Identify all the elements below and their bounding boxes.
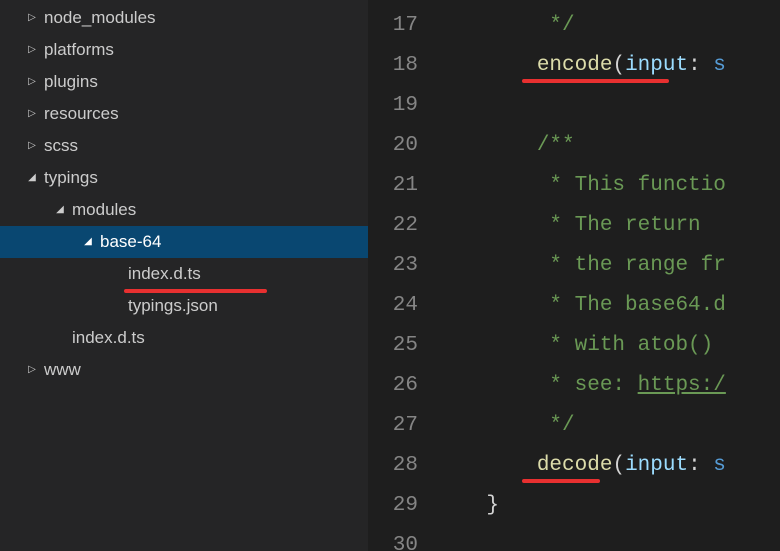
tree-folder[interactable]: ▷platforms <box>0 34 368 66</box>
code-area[interactable]: */ encode(input: s /** * This functio * … <box>436 0 726 551</box>
line-number: 17 <box>368 6 418 46</box>
tree-folder[interactable]: ▷www <box>0 354 368 386</box>
tree-item-label: www <box>44 354 81 386</box>
annotation-underline <box>522 79 669 83</box>
tree-item-label: plugins <box>44 66 98 98</box>
code-token: * the range fr <box>549 254 725 277</box>
code-token: : <box>688 54 713 77</box>
chevron-right-icon[interactable]: ▷ <box>24 34 40 66</box>
line-number: 27 <box>368 406 418 446</box>
line-number: 18 <box>368 46 418 86</box>
code-token: * The return <box>549 214 713 237</box>
chevron-right-icon[interactable]: ▷ <box>24 130 40 162</box>
line-number-gutter: 1718192021222324252627282930 <box>368 0 436 551</box>
code-token: */ <box>549 14 574 37</box>
code-line[interactable]: decode(input: s <box>436 446 726 486</box>
tree-item-label: typings <box>44 162 98 194</box>
chevron-down-icon[interactable]: ◢ <box>24 162 40 194</box>
line-number: 30 <box>368 526 418 551</box>
annotation-underline <box>522 479 599 483</box>
line-number: 28 <box>368 446 418 486</box>
code-token: s <box>713 54 726 77</box>
tree-item-label: typings.json <box>128 290 218 322</box>
tree-item-label: modules <box>72 194 136 226</box>
chevron-right-icon[interactable]: ▷ <box>24 2 40 34</box>
code-token: encode <box>537 54 613 77</box>
line-number: 19 <box>368 86 418 126</box>
chevron-right-icon[interactable]: ▷ <box>24 354 40 386</box>
chevron-right-icon[interactable]: ▷ <box>24 98 40 130</box>
code-line[interactable] <box>436 526 726 551</box>
code-line[interactable]: */ <box>436 6 726 46</box>
code-token: /** <box>537 134 575 157</box>
code-line[interactable]: * the range fr <box>436 246 726 286</box>
code-token: */ <box>549 414 574 437</box>
line-number: 24 <box>368 286 418 326</box>
code-token: * with atob() <box>549 334 713 357</box>
tree-folder[interactable]: ▷scss <box>0 130 368 162</box>
code-line[interactable]: */ <box>436 406 726 446</box>
code-line[interactable]: * The base64.d <box>436 286 726 326</box>
code-line[interactable]: * The return <box>436 206 726 246</box>
code-line[interactable]: * with atob() <box>436 326 726 366</box>
code-token: } <box>486 494 499 517</box>
code-editor[interactable]: 1718192021222324252627282930 */ encode(i… <box>368 0 780 551</box>
tree-item-label: scss <box>44 130 78 162</box>
tree-folder[interactable]: ◢base-64 <box>0 226 368 258</box>
tree-item-label: node_modules <box>44 2 156 34</box>
tree-folder[interactable]: ◢modules <box>0 194 368 226</box>
code-token: ( <box>612 54 625 77</box>
tree-folder[interactable]: ▷node_modules <box>0 2 368 34</box>
code-line[interactable]: encode(input: s <box>436 46 726 86</box>
line-number: 23 <box>368 246 418 286</box>
chevron-right-icon[interactable]: ▷ <box>24 66 40 98</box>
line-number: 21 <box>368 166 418 206</box>
code-line[interactable]: * see: https:/ <box>436 366 726 406</box>
code-token: * This functio <box>549 174 725 197</box>
tree-folder[interactable]: ▷plugins <box>0 66 368 98</box>
tree-item-label: platforms <box>44 34 114 66</box>
line-number: 22 <box>368 206 418 246</box>
code-line[interactable]: } <box>436 486 726 526</box>
code-token: https:/ <box>638 374 726 397</box>
code-line[interactable]: /** <box>436 126 726 166</box>
tree-file[interactable]: index.d.ts <box>0 258 368 290</box>
tree-item-label: index.d.ts <box>72 322 145 354</box>
line-number: 25 <box>368 326 418 366</box>
code-token: * see: <box>549 374 637 397</box>
code-token: ( <box>612 454 625 477</box>
code-token: input <box>625 454 688 477</box>
tree-file[interactable]: index.d.ts <box>0 322 368 354</box>
code-token: decode <box>537 454 613 477</box>
line-number: 29 <box>368 486 418 526</box>
tree-folder[interactable]: ◢typings <box>0 162 368 194</box>
tree-item-label: base-64 <box>100 226 161 258</box>
tree-item-label: resources <box>44 98 119 130</box>
tree-folder[interactable]: ▷resources <box>0 98 368 130</box>
line-number: 26 <box>368 366 418 406</box>
tree-file[interactable]: typings.json <box>0 290 368 322</box>
code-line[interactable] <box>436 86 726 126</box>
code-token: : <box>688 454 713 477</box>
line-number: 20 <box>368 126 418 166</box>
chevron-down-icon[interactable]: ◢ <box>80 226 96 258</box>
file-explorer: ▷node_modules▷platforms▷plugins▷resource… <box>0 0 368 551</box>
code-line[interactable]: * This functio <box>436 166 726 206</box>
code-token: * The base64.d <box>549 294 725 317</box>
code-token: input <box>625 54 688 77</box>
tree-item-label: index.d.ts <box>128 258 201 290</box>
chevron-down-icon[interactable]: ◢ <box>52 194 68 226</box>
code-token: s <box>713 454 726 477</box>
